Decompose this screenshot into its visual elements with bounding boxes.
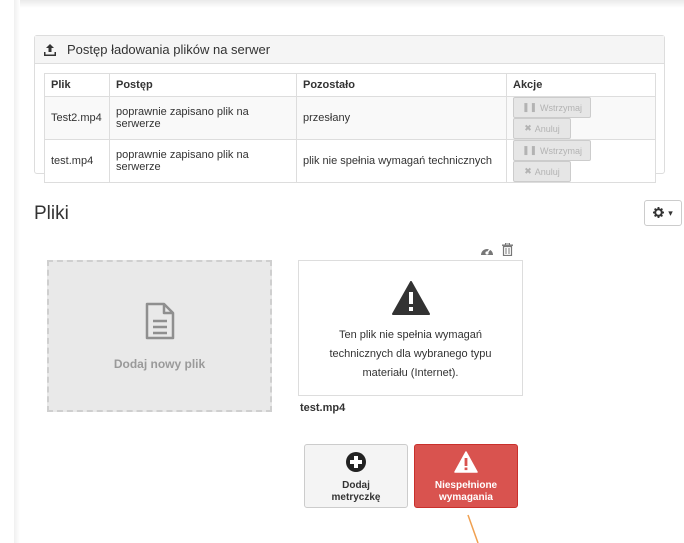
annotation-pointer-line [467,514,479,543]
